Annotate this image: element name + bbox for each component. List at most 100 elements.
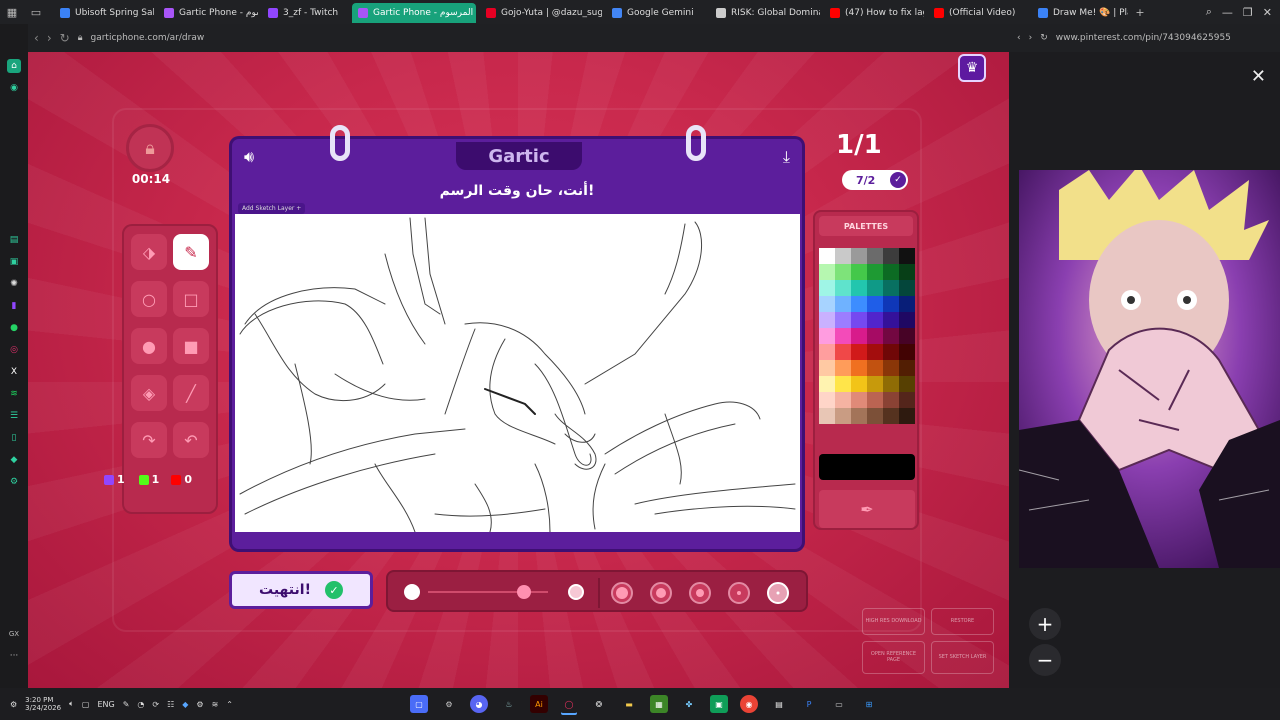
network-icon[interactable]: ▢ [82, 700, 90, 709]
app-tray-icon[interactable]: ⚙ [196, 700, 203, 709]
high-res-download-button[interactable]: HIGH RES DOWNLOAD [862, 608, 925, 636]
color-swatch[interactable] [851, 328, 867, 344]
color-swatch[interactable] [899, 264, 915, 280]
browser-tab[interactable]: 3_zf - Twitch [262, 3, 348, 23]
drawing-canvas[interactable] [235, 214, 800, 533]
color-swatch[interactable] [899, 328, 915, 344]
square-outline-icon[interactable]: □ [173, 281, 209, 317]
color-swatch[interactable] [883, 264, 899, 280]
news-icon[interactable]: ▤ [7, 233, 21, 247]
browser-tab[interactable]: Draw Me! 🎨 | Play o [1032, 3, 1128, 23]
color-swatch[interactable] [883, 328, 899, 344]
color-swatch[interactable] [835, 312, 851, 328]
color-swatch[interactable] [883, 344, 899, 360]
color-swatch[interactable] [899, 408, 915, 424]
color-swatch[interactable] [899, 312, 915, 328]
bucket-icon[interactable]: ◈ [131, 375, 167, 411]
color-swatch[interactable] [819, 408, 835, 424]
file-explorer-icon[interactable]: ▬ [620, 695, 638, 713]
color-swatch[interactable] [867, 312, 883, 328]
sub-counter[interactable]: 7/2 ✓ [842, 170, 908, 190]
browser-tab[interactable]: Gartic Phone - المرسوم [352, 3, 476, 23]
color-swatch[interactable] [851, 408, 867, 424]
chatgpt-icon[interactable]: ✺ [7, 277, 21, 291]
color-swatch[interactable] [867, 328, 883, 344]
color-swatch[interactable] [835, 408, 851, 424]
brush-size-4[interactable] [650, 582, 672, 604]
brush-size-2[interactable] [728, 582, 750, 604]
color-swatch[interactable] [835, 264, 851, 280]
pen-tray-icon[interactable]: ✎ [123, 700, 130, 709]
square-fill-icon[interactable]: ■ [173, 328, 209, 364]
gx-icon[interactable]: GX [7, 627, 21, 641]
reload-icon[interactable]: ↻ [60, 31, 70, 45]
instagram-icon[interactable]: ◎ [7, 343, 21, 357]
color-swatch[interactable] [899, 392, 915, 408]
circle-fill-icon[interactable]: ● [131, 328, 167, 364]
browser-tab[interactable]: RISK: Global Domina [710, 3, 820, 23]
color-swatch[interactable] [883, 376, 899, 392]
close-window-icon[interactable]: ✕ [1263, 6, 1272, 19]
app-icon-1[interactable]: ▢ [410, 695, 428, 713]
windows-icon[interactable]: ⊞ [860, 695, 878, 713]
color-swatch[interactable] [835, 360, 851, 376]
color-swatch[interactable] [899, 360, 915, 376]
color-swatch[interactable] [819, 248, 835, 264]
app-icon-15[interactable]: ▭ [830, 695, 848, 713]
circle-outline-icon[interactable]: ○ [131, 281, 167, 317]
eyedropper-icon[interactable]: ✒ [819, 490, 915, 528]
color-swatch[interactable] [867, 264, 883, 280]
forward-icon[interactable]: › [47, 31, 52, 45]
color-swatch[interactable] [851, 360, 867, 376]
bag-icon[interactable]: ▣ [7, 255, 21, 269]
spotify-icon[interactable]: ≋ [7, 387, 21, 401]
color-swatch[interactable] [851, 264, 867, 280]
add-sketch-layer-button[interactable]: Add Sketch Layer + [238, 203, 306, 214]
keyboard-icon[interactable]: ☷ [167, 700, 174, 709]
palettes-button[interactable]: PALETTES [819, 216, 913, 236]
color-swatch[interactable] [883, 248, 899, 264]
color-swatch[interactable] [883, 312, 899, 328]
color-swatch[interactable] [851, 344, 867, 360]
maximize-icon[interactable]: ❐ [1243, 6, 1253, 19]
color-swatch[interactable] [835, 280, 851, 296]
minimize-icon[interactable]: — [1222, 6, 1233, 19]
color-swatch[interactable] [835, 392, 851, 408]
color-swatch[interactable] [883, 392, 899, 408]
browser-tab[interactable]: Google Gemini [606, 3, 706, 23]
sound-icon[interactable]: 🔊︎ [244, 147, 254, 167]
line-icon[interactable]: ╱ [173, 375, 209, 411]
tab-actions-icon[interactable]: ▭ [24, 0, 48, 24]
color-swatch[interactable] [819, 280, 835, 296]
color-swatch[interactable] [867, 360, 883, 376]
speaker-icon[interactable]: 🔈︎ [69, 699, 74, 709]
pen-icon[interactable]: ✎ [173, 234, 209, 270]
color-swatch[interactable] [835, 376, 851, 392]
color-swatch[interactable] [899, 280, 915, 296]
color-swatch[interactable] [819, 360, 835, 376]
color-swatch[interactable] [819, 328, 835, 344]
lock-icon[interactable]: 🔒︎ [126, 124, 174, 172]
color-swatch[interactable] [851, 312, 867, 328]
color-swatch[interactable] [867, 280, 883, 296]
chevron-down-icon[interactable]: ✓ [890, 172, 906, 188]
back-icon[interactable]: ‹ [34, 31, 39, 45]
avatar-button[interactable]: ♛ [958, 54, 986, 82]
color-swatch[interactable] [867, 248, 883, 264]
color-swatch[interactable] [883, 296, 899, 312]
app-icon-7[interactable]: ❂ [590, 695, 608, 713]
playstation-icon[interactable]: P [800, 695, 818, 713]
browser-tab[interactable]: (47) How to fix lag w [824, 3, 924, 23]
color-swatch[interactable] [835, 296, 851, 312]
vpn-icon[interactable]: ◆ [182, 700, 188, 709]
side-url-text[interactable]: www.pinterest.com/pin/743094625955 [1056, 33, 1231, 43]
color-swatch[interactable] [867, 376, 883, 392]
redo-icon[interactable]: ↷ [131, 422, 167, 458]
home-icon[interactable]: ⌂ [7, 59, 21, 73]
twitch-icon[interactable]: ▮ [7, 299, 21, 313]
color-swatch[interactable] [883, 408, 899, 424]
reload-icon[interactable]: ↻ [1040, 33, 1048, 43]
zoom-in-icon[interactable]: + [1029, 608, 1061, 640]
color-swatch[interactable] [899, 344, 915, 360]
search-icon[interactable]: ⌕ [1206, 5, 1212, 19]
